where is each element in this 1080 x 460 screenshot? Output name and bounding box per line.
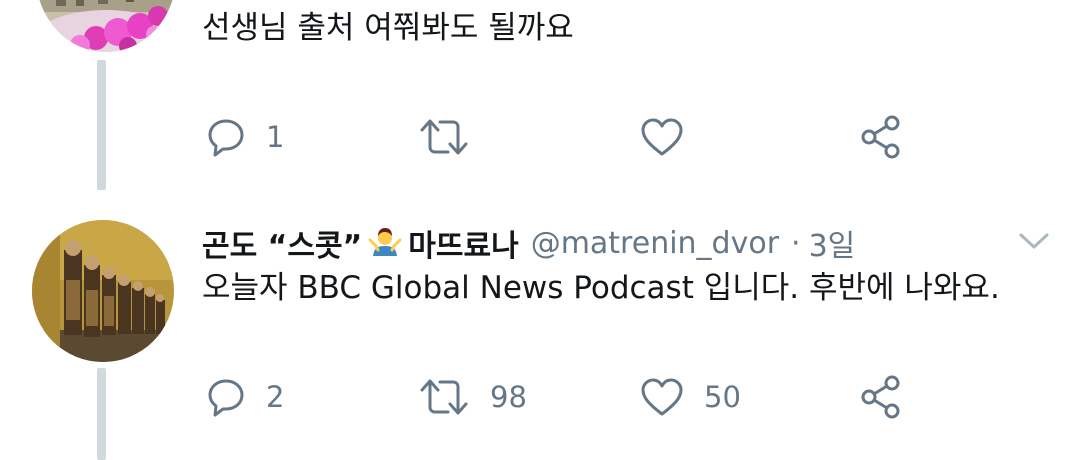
avatar[interactable] bbox=[32, 220, 174, 362]
tweet-thread: 선생님 출처 여쭤봐도 될까요 1 곤도 “스콧” 마뜨료나 @matrenin… bbox=[0, 0, 1080, 460]
reply-icon bbox=[208, 379, 244, 417]
tweet-text: 오늘자 BBC Global News Podcast 입니다. 후반에 나와요… bbox=[202, 270, 1000, 306]
share-icon bbox=[861, 115, 900, 159]
like-count: 50 bbox=[704, 380, 741, 414]
heart-icon bbox=[641, 378, 683, 416]
reply-icon bbox=[208, 119, 244, 157]
reply-button[interactable]: 1 bbox=[206, 114, 284, 160]
like-button[interactable] bbox=[640, 114, 684, 160]
share-button[interactable] bbox=[860, 374, 902, 420]
user-handle[interactable]: @matrenin_dvor bbox=[531, 226, 779, 261]
share-button[interactable] bbox=[860, 114, 902, 160]
reply-count: 2 bbox=[266, 380, 285, 414]
retweet-icon bbox=[420, 379, 468, 415]
display-name[interactable]: 곤도 “스콧” bbox=[202, 221, 362, 265]
tweet-header: 곤도 “스콧” 마뜨료나 @matrenin_dvor · 3일 bbox=[202, 220, 855, 266]
reply-count: 1 bbox=[266, 120, 285, 154]
avatar[interactable] bbox=[36, 0, 176, 52]
like-button[interactable]: 50 bbox=[640, 374, 741, 420]
reply-button[interactable]: 2 bbox=[206, 374, 284, 420]
thread-connector-line bbox=[97, 60, 106, 190]
retweet-button[interactable] bbox=[418, 114, 470, 160]
share-icon bbox=[861, 375, 900, 419]
heart-icon bbox=[641, 118, 683, 156]
chevron-down-icon bbox=[1019, 233, 1049, 249]
retweet-icon bbox=[420, 119, 468, 155]
timestamp[interactable]: 3일 bbox=[809, 221, 856, 265]
separator-dot: · bbox=[791, 225, 801, 261]
more-options-button[interactable] bbox=[1016, 226, 1052, 256]
tweet-text: 선생님 출처 여쭤봐도 될까요 bbox=[202, 10, 574, 46]
thread-connector-line bbox=[97, 368, 106, 460]
retweet-button[interactable]: 98 bbox=[418, 374, 527, 420]
person-shrugging-emoji-icon bbox=[368, 226, 402, 260]
retweet-count: 98 bbox=[490, 380, 527, 414]
display-name-suffix[interactable]: 마뜨료나 bbox=[408, 221, 518, 265]
